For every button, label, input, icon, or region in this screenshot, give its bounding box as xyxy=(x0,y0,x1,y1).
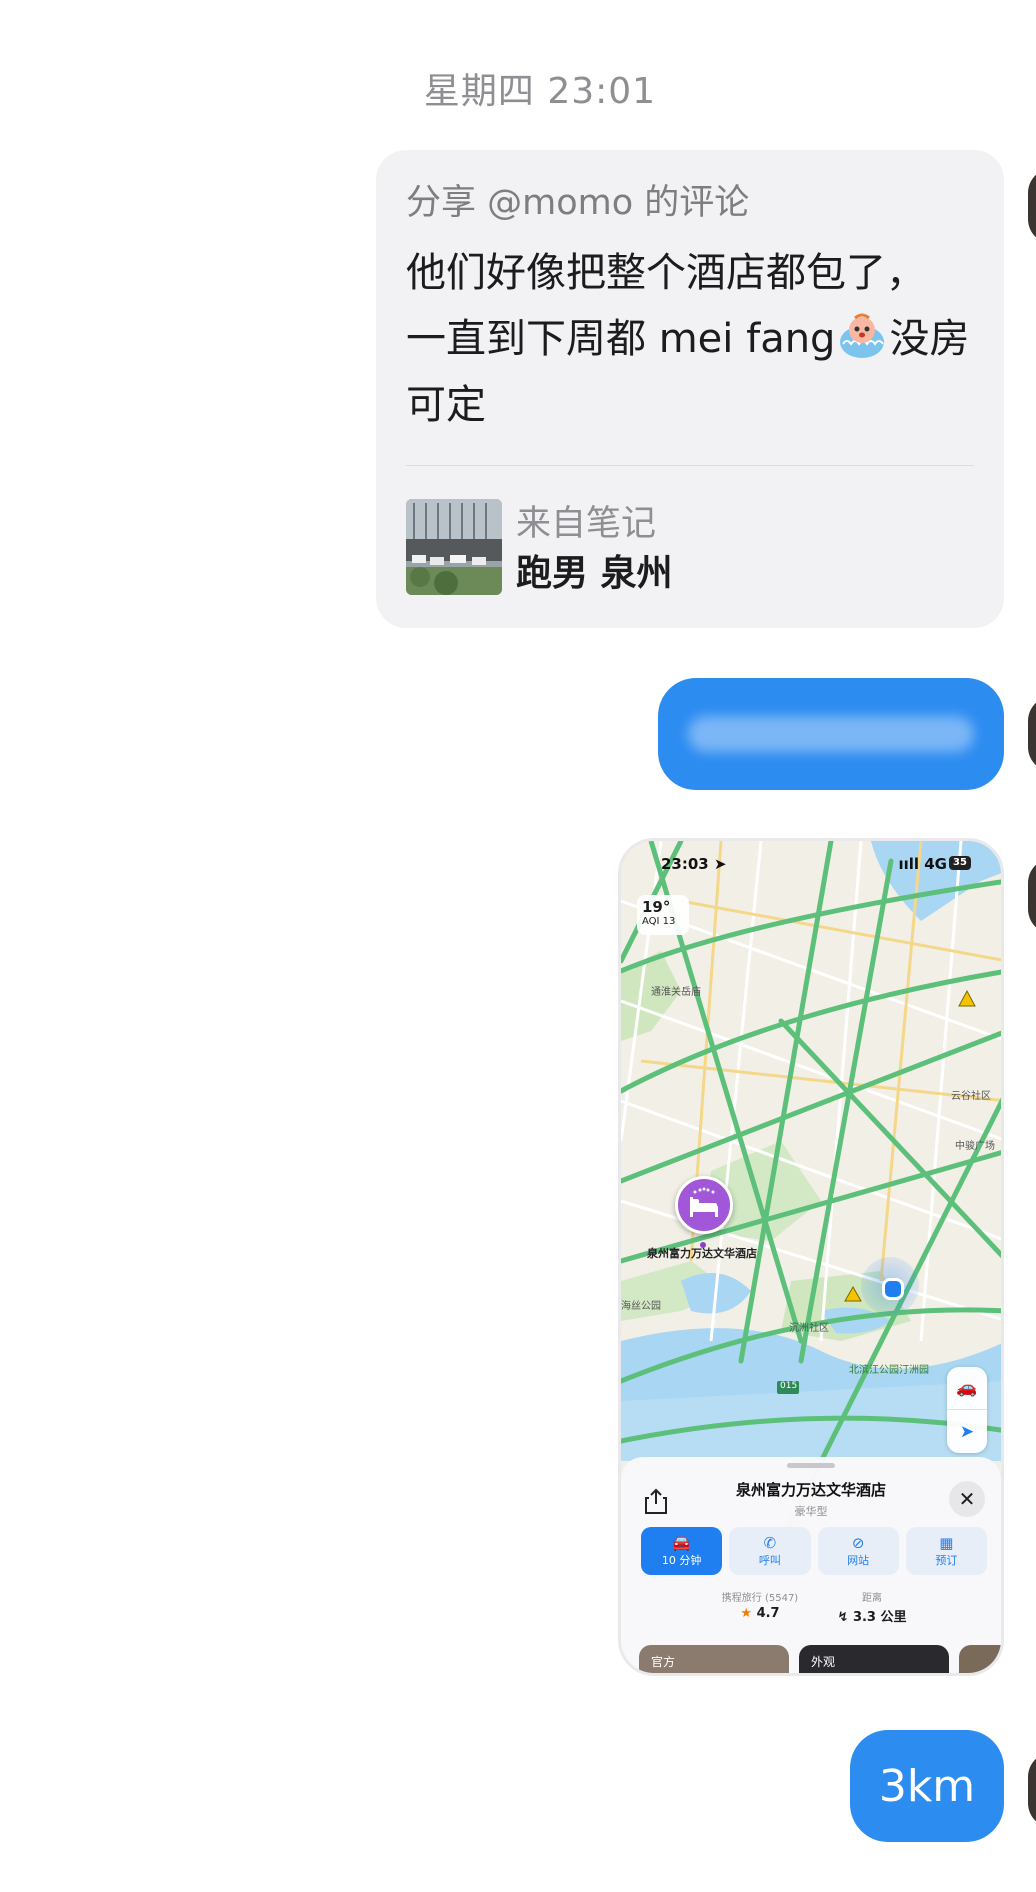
blurred-text xyxy=(688,716,974,752)
distance-label: 距离 xyxy=(862,1593,882,1604)
map-label: 北滨江公园汀洲园 xyxy=(849,1365,929,1376)
map-label: 云谷社区 xyxy=(951,1091,991,1102)
calendar-icon: ▦ xyxy=(939,1534,954,1552)
rating-source: 携程旅行 (5547) xyxy=(721,1593,799,1604)
note-title: 跑男 泉州 xyxy=(516,553,673,594)
action-label: 10 分钟 xyxy=(661,1554,702,1567)
map-label: 沉洲社区 xyxy=(789,1323,829,1334)
status-bar: 23:03 ➤ ııll 4G 35 xyxy=(621,855,1001,879)
action-label: 网站 xyxy=(847,1554,870,1567)
distance-value-row: ↯ 3.3 公里 xyxy=(827,1606,917,1625)
photo-tile-more[interactable] xyxy=(959,1645,1001,1673)
rating-stat: 携程旅行 (5547) ★ 4.7 xyxy=(705,1589,815,1621)
call-button[interactable]: ✆ 呼叫 xyxy=(729,1527,811,1575)
road-shield-label: 015 xyxy=(780,1381,798,1391)
sheet-place-title: 泉州富力万达文华酒店 xyxy=(735,1481,886,1499)
route-icon: ↯ xyxy=(837,1610,849,1625)
weather-widget: 19° AQI 13 xyxy=(637,895,689,935)
current-location-icon xyxy=(861,1257,919,1315)
shared-comment-card[interactable]: 分享 @momo 的评论 他们好像把整个酒店都包了， 一直到下周都 mei fa… xyxy=(376,150,1004,628)
rating-value-row: ★ 4.7 xyxy=(705,1606,815,1621)
note-meta: 来自笔记 跑男 泉州 xyxy=(516,499,673,599)
booking-button[interactable]: ▦ 预订 xyxy=(905,1527,987,1575)
website-button[interactable]: ⊘ 网站 xyxy=(817,1527,899,1575)
avatar[interactable] xyxy=(1028,1752,1036,1828)
comment-line: 他们好像把整个酒店都包了， xyxy=(406,250,926,296)
action-label: 呼叫 xyxy=(758,1554,781,1567)
map-screenshot-image[interactable]: 23:03 ➤ ııll 4G 35 19° AQI 13 通淮关岳庙 云谷社区… xyxy=(618,838,1004,1676)
hotel-map-label: 泉州富力万达文华酒店 xyxy=(647,1247,757,1260)
sheet-grabber[interactable] xyxy=(787,1463,835,1468)
divider xyxy=(406,465,974,466)
photo-tile-label: 官方 xyxy=(651,1655,676,1669)
weather-aqi: AQI 13 xyxy=(642,916,676,927)
map-label: 中骏广场 xyxy=(955,1141,995,1152)
share-comment-text: 他们好像把整个酒店都包了， 一直到下周都 mei fang 没房 可定 xyxy=(406,240,974,438)
message-bubble[interactable]: 3km xyxy=(850,1730,1004,1842)
map-controls: 🚗 ➤ xyxy=(947,1367,987,1453)
message-text: 3km xyxy=(878,1760,976,1812)
place-actions: 🚘 10 分钟 ✆ 呼叫 ⊘ 网站 ▦ 预订 xyxy=(641,1527,987,1575)
distance-value: 3.3 公里 xyxy=(852,1610,907,1625)
chat-timestamp: 星期四 23:01 xyxy=(423,71,657,112)
comment-text-part: 没房 xyxy=(889,316,970,362)
map-label: 通淮关岳庙 xyxy=(651,987,701,998)
crying-face-emoji-icon xyxy=(837,312,887,360)
comment-line: 一直到下周都 mei fang 没房 xyxy=(406,306,974,372)
map-label: 海丝公园 xyxy=(621,1301,661,1312)
avatar[interactable] xyxy=(1028,858,1036,934)
photo-tile-label: 外观 xyxy=(811,1655,836,1669)
avatar[interactable] xyxy=(1028,168,1036,244)
note-source-row[interactable]: 来自笔记 跑男 泉州 xyxy=(406,499,673,597)
blurred-message-bubble[interactable] xyxy=(658,678,1004,790)
action-label: 预订 xyxy=(935,1554,958,1567)
directions-button[interactable]: 🚘 10 分钟 xyxy=(641,1527,723,1575)
battery-icon: 35 xyxy=(949,856,971,870)
share-header: 分享 @momo 的评论 xyxy=(406,183,750,223)
sheet-place-subtitle: 豪华型 xyxy=(794,1505,828,1518)
weather-temp: 19° xyxy=(642,898,671,916)
avatar[interactable] xyxy=(1028,696,1036,772)
distance-stat: 距离 ↯ 3.3 公里 xyxy=(827,1589,917,1625)
car-icon: 🚘 xyxy=(672,1534,691,1552)
note-from-label: 来自笔记 xyxy=(516,504,657,544)
compass-icon: ⊘ xyxy=(851,1534,865,1552)
network-indicator: ııll 4G xyxy=(898,855,947,873)
photo-tile-exterior[interactable]: 外观 xyxy=(799,1645,949,1673)
star-icon: ★ xyxy=(740,1606,753,1621)
comment-line: 可定 xyxy=(406,382,486,428)
place-stats: 携程旅行 (5547) ★ 4.7 距离 ↯ 3.3 公里 xyxy=(621,1589,1001,1629)
comment-text-part: 一直到下周都 mei fang xyxy=(406,316,836,362)
place-sheet: 泉州富力万达文华酒店 豪华型 ✕ 🚘 10 分钟 ✆ 呼叫 ⊘ 网站 ▦ 预订 xyxy=(621,1457,1001,1673)
locate-arrow-icon[interactable]: ➤ xyxy=(947,1410,987,1453)
status-time: 23:03 ➤ xyxy=(661,855,727,873)
phone-icon: ✆ xyxy=(763,1534,777,1552)
hotel-bed-icon[interactable] xyxy=(675,1176,733,1234)
note-thumbnail xyxy=(406,499,502,595)
car-mode-icon[interactable]: 🚗 xyxy=(947,1367,987,1410)
close-icon[interactable]: ✕ xyxy=(949,1481,985,1517)
rating-value: 4.7 xyxy=(756,1606,780,1621)
photo-tile-official[interactable]: 官方 xyxy=(639,1645,789,1673)
